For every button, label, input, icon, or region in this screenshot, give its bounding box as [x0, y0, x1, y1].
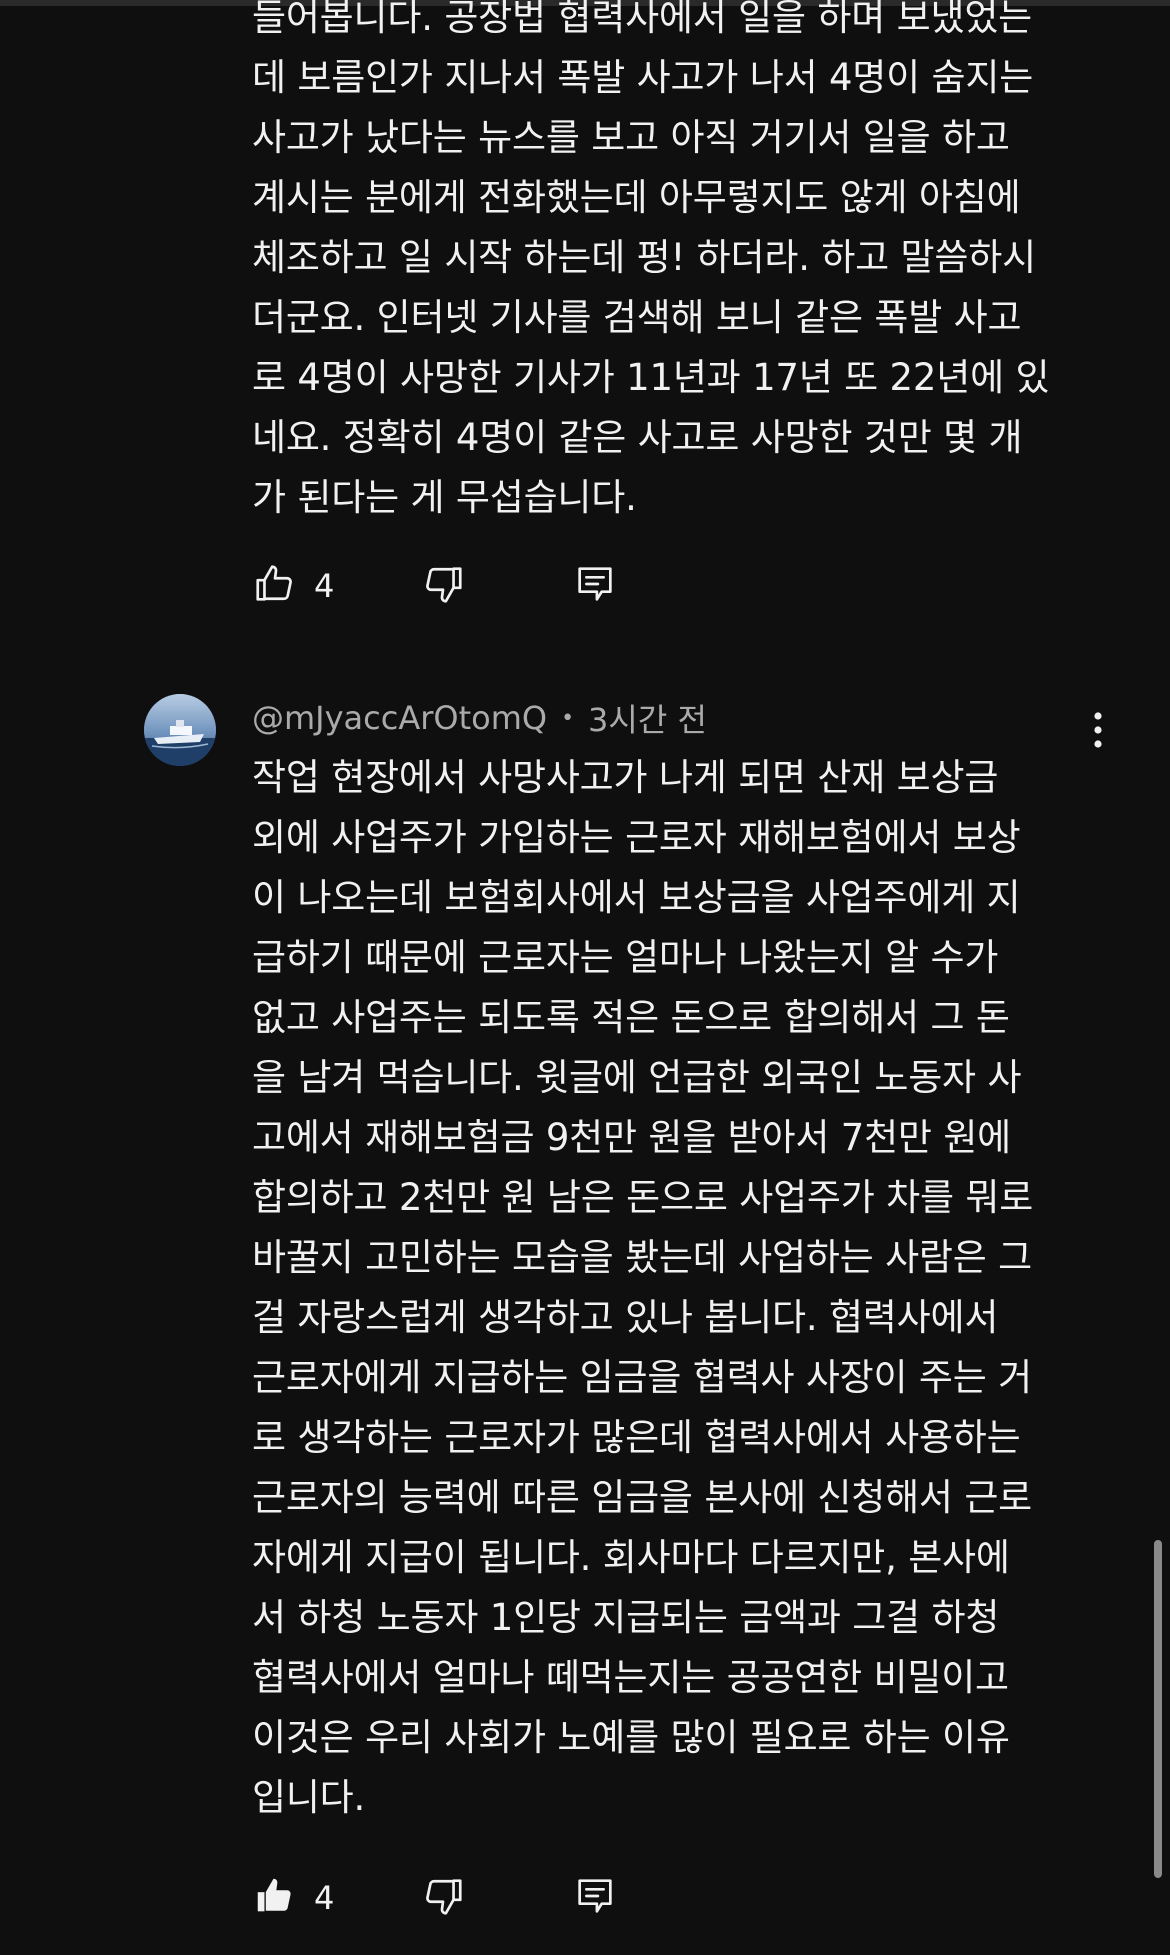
thumbs-down-outline-icon [420, 561, 466, 611]
comment-2-like-count: 4 [314, 1879, 335, 1917]
comment-1-like-button[interactable] [252, 556, 300, 616]
comment-2-like-button[interactable] [252, 1868, 300, 1928]
thumbs-up-outline-icon [252, 561, 298, 611]
comment-2-reply-button[interactable] [572, 1868, 620, 1928]
comment-timestamp[interactable]: 3시간 전 [588, 695, 707, 741]
comment-1-reply-button[interactable] [572, 556, 620, 616]
thumbs-up-filled-icon [252, 1873, 298, 1923]
comment-2-header: @mJyaccArOtomQ • 3시간 전 [252, 694, 707, 742]
comment-1-dislike-button[interactable] [420, 556, 468, 616]
comment-2-dislike-button[interactable] [420, 1868, 468, 1928]
comment-2-action-bar: 4 [252, 1868, 672, 1928]
thumbs-down-outline-icon [420, 1873, 466, 1923]
comment-1-text: 들어봅니다. 공장법 협력사에서 일을 하며 보냈었는 데 보름인가 지나서 폭… [252, 0, 1050, 519]
comment-1-like-count: 4 [314, 567, 335, 605]
scrollbar-thumb[interactable] [1154, 1540, 1162, 1878]
comment-2-text: 작업 현장에서 사망사고가 나게 되면 산재 보상금 외에 사업주가 가입하는 … [252, 756, 1034, 1819]
header-separator: • [561, 705, 575, 731]
comment-1-action-bar: 4 [252, 556, 672, 616]
comment-author[interactable]: @mJyaccArOtomQ [252, 699, 547, 737]
avatar[interactable] [144, 694, 216, 766]
ship-avatar-icon [144, 694, 216, 766]
reply-icon [572, 1873, 618, 1923]
reply-icon [572, 561, 618, 611]
